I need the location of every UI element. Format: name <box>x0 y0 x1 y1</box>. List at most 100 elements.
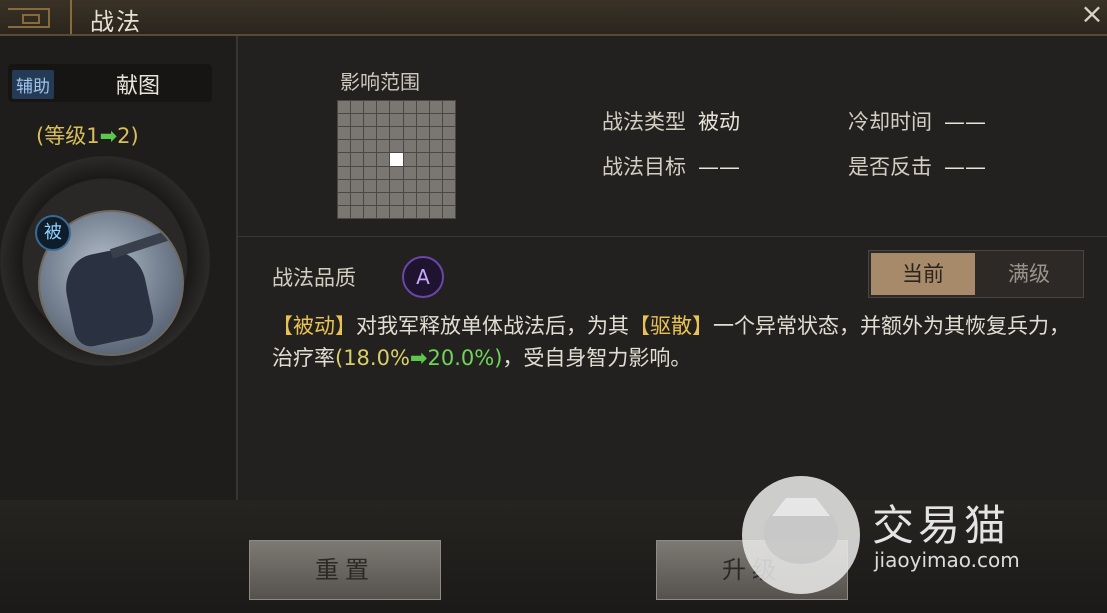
range-cell <box>390 127 403 140</box>
desc-dispel-tag[interactable]: 【驱散】 <box>629 314 713 338</box>
range-cell <box>416 166 429 179</box>
stat-cooldown: 冷却时间 —— <box>848 106 986 136</box>
watermark-url: jiaoyimao.com <box>874 548 1020 572</box>
range-cell <box>377 179 390 192</box>
range-cell <box>416 205 429 218</box>
range-cell <box>429 205 442 218</box>
range-cell <box>390 140 403 153</box>
stat-target-label: 战法目标 <box>602 155 686 179</box>
range-cell <box>377 153 390 166</box>
desc-rate-to: 20.0%) <box>427 346 503 370</box>
range-cell <box>442 179 455 192</box>
stat-cooldown-value: —— <box>944 110 986 134</box>
range-cell <box>364 114 377 127</box>
range-cell <box>351 101 364 114</box>
range-cell <box>377 205 390 218</box>
range-cell <box>377 127 390 140</box>
range-cell <box>429 153 442 166</box>
staff-icon <box>109 231 169 259</box>
title-bar: 战法 × <box>0 0 1107 36</box>
range-cell <box>338 192 351 205</box>
close-icon[interactable]: × <box>1077 0 1107 30</box>
range-cell <box>416 153 429 166</box>
range-cell <box>403 140 416 153</box>
range-cell <box>351 114 364 127</box>
range-cell <box>416 140 429 153</box>
range-cell <box>377 114 390 127</box>
warrior-figure-icon <box>59 244 157 350</box>
range-cell <box>390 114 403 127</box>
range-cell <box>403 179 416 192</box>
stat-counter-label: 是否反击 <box>848 155 932 179</box>
range-cell <box>351 192 364 205</box>
range-cell <box>364 101 377 114</box>
range-cell <box>403 127 416 140</box>
range-cell <box>364 205 377 218</box>
range-cell <box>351 205 364 218</box>
range-cell <box>351 140 364 153</box>
range-cell <box>351 179 364 192</box>
range-cell <box>338 140 351 153</box>
passive-badge: 被 <box>35 215 71 251</box>
range-cell <box>429 179 442 192</box>
range-cell <box>377 101 390 114</box>
range-cell-active <box>390 153 403 166</box>
range-cell <box>377 192 390 205</box>
stat-type-label: 战法类型 <box>602 110 686 134</box>
range-cell <box>442 127 455 140</box>
range-grid <box>337 100 456 219</box>
range-cell <box>338 179 351 192</box>
window-title: 战法 <box>90 8 142 36</box>
skill-type-tag: 辅助 <box>12 70 54 99</box>
range-cell <box>416 127 429 140</box>
range-cell <box>403 166 416 179</box>
skill-level: (等级1➡2) <box>36 120 139 150</box>
range-cell <box>429 127 442 140</box>
section-divider <box>238 236 1107 237</box>
range-cell <box>338 205 351 218</box>
range-cell <box>442 192 455 205</box>
watermark-name: 交易猫 <box>872 501 1011 550</box>
range-cell <box>338 127 351 140</box>
range-cell <box>403 114 416 127</box>
range-cell <box>351 153 364 166</box>
skill-description: 【被动】对我军释放单体战法后，为其【驱散】一个异常状态，并额外为其恢复兵力，治疗… <box>272 310 1087 374</box>
stat-target: 战法目标 —— <box>602 151 740 181</box>
range-cell <box>442 205 455 218</box>
level-to: 2) <box>117 124 139 148</box>
range-cell <box>403 192 416 205</box>
range-cell <box>364 192 377 205</box>
range-cell <box>364 140 377 153</box>
range-cell <box>429 140 442 153</box>
tab-current[interactable]: 当前 <box>871 253 975 295</box>
reset-button[interactable]: 重置 <box>249 540 441 600</box>
stat-type: 战法类型 被动 <box>602 106 740 136</box>
range-cell <box>403 101 416 114</box>
range-cell <box>364 166 377 179</box>
range-cell <box>429 166 442 179</box>
level-arrow-icon: ➡ <box>99 124 118 148</box>
stat-cooldown-label: 冷却时间 <box>848 110 932 134</box>
range-cell <box>442 114 455 127</box>
level-from: (等级1 <box>36 124 100 148</box>
range-cell <box>416 101 429 114</box>
range-cell <box>338 166 351 179</box>
range-cell <box>403 205 416 218</box>
range-cell <box>429 101 442 114</box>
range-cell <box>390 192 403 205</box>
range-cell <box>364 179 377 192</box>
desc-passive-tag: 【被动】 <box>272 314 356 338</box>
range-cell <box>416 179 429 192</box>
range-cell <box>390 166 403 179</box>
range-cell <box>338 114 351 127</box>
range-cell <box>377 166 390 179</box>
range-cell <box>338 153 351 166</box>
skill-tags: 辅助 献图 <box>8 64 212 102</box>
watermark-cat-logo-icon <box>742 476 860 594</box>
range-cell <box>416 192 429 205</box>
tab-max-level[interactable]: 满级 <box>977 253 1081 295</box>
range-cell <box>377 140 390 153</box>
stat-target-value: —— <box>698 155 740 179</box>
range-cell <box>429 114 442 127</box>
range-cell <box>429 192 442 205</box>
